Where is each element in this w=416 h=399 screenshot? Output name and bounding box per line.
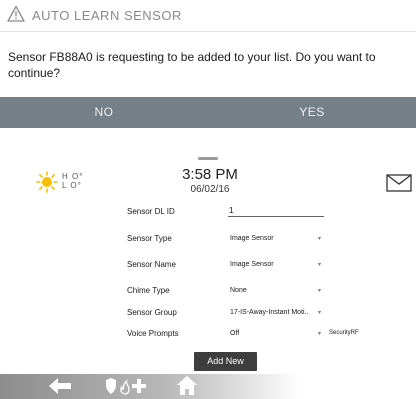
weather-high: H O° bbox=[62, 172, 84, 181]
shield-icon[interactable] bbox=[106, 378, 116, 394]
pull-down-handle[interactable] bbox=[198, 157, 218, 160]
chevron-down-icon[interactable]: ▾ bbox=[318, 261, 321, 268]
emergency-panel-icons[interactable] bbox=[104, 377, 148, 395]
warning-icon bbox=[7, 5, 25, 22]
sensor-dlid-input[interactable] bbox=[228, 205, 324, 217]
voice-prompts-select[interactable]: Off bbox=[230, 330, 239, 337]
chime-type-select[interactable]: None bbox=[230, 287, 247, 294]
auto-learn-dialog: AUTO LEARN SENSOR Sensor FB88A0 is reque… bbox=[0, 0, 416, 128]
home-icon[interactable] bbox=[176, 375, 198, 396]
mail-icon[interactable] bbox=[386, 174, 412, 192]
sensor-group-select[interactable]: 17-IS-Away-Instant Moti.. bbox=[230, 309, 308, 316]
sensor-name-select[interactable]: Image Sensor bbox=[230, 261, 274, 268]
sensor-dlid-label: Sensor DL ID bbox=[127, 207, 175, 216]
yes-button[interactable]: YES bbox=[208, 97, 416, 128]
chevron-down-icon[interactable]: ▾ bbox=[318, 235, 321, 242]
flame-icon[interactable] bbox=[120, 379, 130, 395]
sun-icon bbox=[36, 171, 58, 193]
medical-cross-icon[interactable] bbox=[132, 379, 146, 393]
bottom-nav-bar bbox=[0, 374, 300, 399]
chevron-down-icon[interactable]: ▾ bbox=[318, 287, 321, 294]
add-new-button[interactable]: Add New bbox=[194, 352, 257, 371]
sensor-type-select[interactable]: Image Sensor bbox=[230, 235, 274, 242]
dialog-title: AUTO LEARN SENSOR bbox=[32, 8, 182, 23]
clock-time: 3:58 PM bbox=[182, 166, 238, 183]
sensor-name-label: Sensor Name bbox=[127, 260, 176, 269]
weather-low: L O° bbox=[62, 181, 82, 190]
dialog-header: AUTO LEARN SENSOR bbox=[0, 0, 416, 32]
weather-readout: H O° L O° bbox=[62, 172, 83, 190]
dialog-message: Sensor FB88A0 is requesting to be added … bbox=[8, 50, 376, 80]
chime-type-label: Chime Type bbox=[127, 286, 170, 295]
clock-date: 06/02/16 bbox=[190, 184, 230, 195]
chevron-down-icon[interactable]: ▾ bbox=[318, 309, 321, 316]
sensor-group-label: Sensor Group bbox=[127, 308, 177, 317]
voice-prompts-label: Voice Prompts bbox=[127, 329, 179, 338]
chevron-down-icon[interactable]: ▾ bbox=[318, 330, 321, 337]
no-button[interactable]: NO bbox=[0, 97, 208, 128]
back-arrow-icon[interactable] bbox=[47, 376, 73, 396]
dialog-button-bar: NO YES bbox=[0, 97, 416, 128]
voice-prompts-note: SecurityRF bbox=[329, 330, 359, 336]
sensor-type-label: Sensor Type bbox=[127, 234, 172, 243]
